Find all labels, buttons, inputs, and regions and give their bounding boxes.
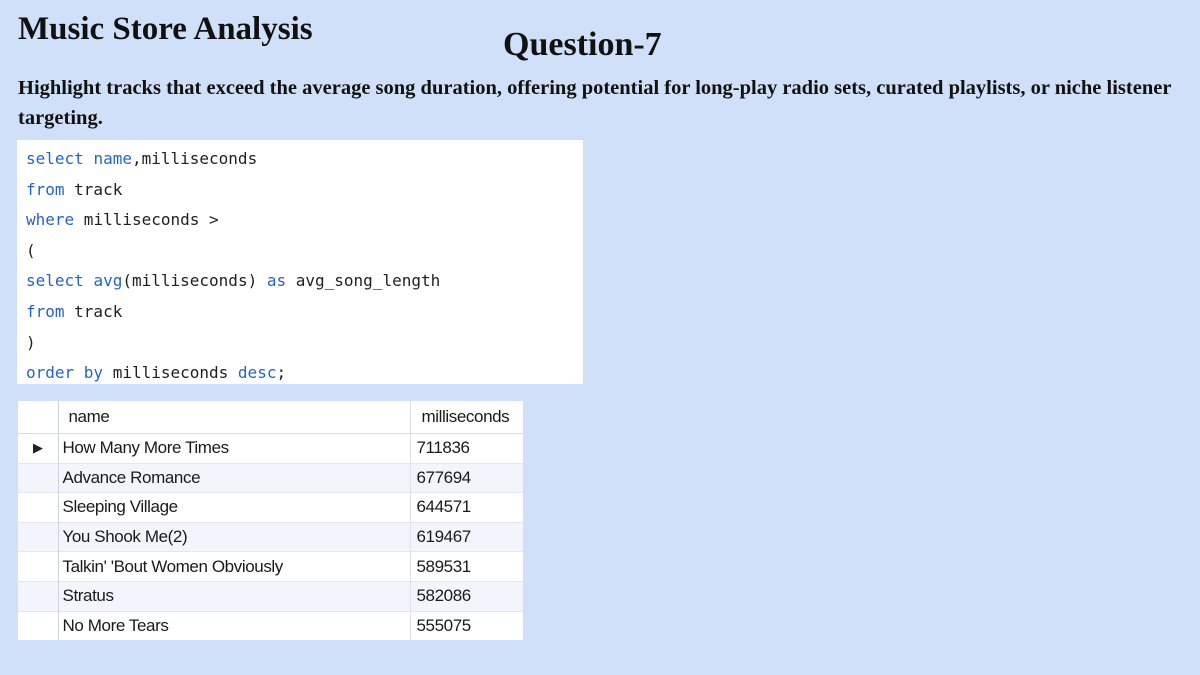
- cell-name[interactable]: Sleeping Village: [58, 492, 411, 523]
- cell-milliseconds[interactable]: 582086: [410, 580, 523, 612]
- code-keyword: order by: [26, 363, 104, 383]
- code-keyword: from: [26, 179, 65, 199]
- current-row-arrow-icon[interactable]: ▶: [18, 433, 59, 464]
- row-selector[interactable]: [18, 521, 59, 552]
- row-selector[interactable]: [18, 610, 59, 641]
- cell-milliseconds[interactable]: 589531: [410, 551, 523, 582]
- row-selector[interactable]: [18, 492, 59, 523]
- cell-name[interactable]: No More Tears: [58, 610, 411, 641]
- code-keyword: name: [93, 149, 132, 168]
- code-keyword: from: [26, 301, 65, 321]
- table-row[interactable]: Advance Romance 677694: [18, 462, 523, 493]
- code-token: ,milliseconds: [131, 149, 258, 168]
- cell-milliseconds[interactable]: 619467: [410, 521, 523, 552]
- table-row[interactable]: No More Tears 555075: [18, 610, 523, 641]
- code-line: select name,milliseconds: [26, 144, 583, 175]
- code-token: (milliseconds): [122, 271, 267, 291]
- code-keyword: as: [266, 271, 287, 291]
- code-line: ): [26, 328, 583, 359]
- code-line: select avg(milliseconds) as avg_song_len…: [26, 266, 583, 297]
- code-token: milliseconds >: [74, 210, 219, 230]
- cell-name[interactable]: Advance Romance: [58, 462, 411, 493]
- row-selector[interactable]: [18, 462, 59, 493]
- code-line: (: [26, 236, 583, 267]
- cell-name[interactable]: How Many More Times: [58, 433, 411, 464]
- code-token: ;: [276, 363, 287, 383]
- code-keyword: select: [26, 271, 84, 291]
- query-results-grid: name milliseconds ▶ How Many More Times 71…: [18, 401, 523, 641]
- row-selector-header: [18, 401, 59, 434]
- cell-name[interactable]: Stratus: [58, 580, 411, 612]
- code-line: from track: [26, 297, 583, 328]
- code-keyword: where: [26, 210, 75, 230]
- code-keyword: select: [26, 149, 84, 168]
- column-header-milliseconds[interactable]: milliseconds: [410, 401, 523, 434]
- table-row[interactable]: Stratus 582086: [18, 580, 523, 612]
- code-keyword: desc: [237, 363, 277, 383]
- code-token: ): [26, 332, 36, 352]
- question-description: Highlight tracks that exceed the average…: [18, 77, 1172, 129]
- code-line: from track: [26, 175, 583, 206]
- cell-milliseconds[interactable]: 644571: [410, 492, 523, 523]
- cell-name[interactable]: Talkin' 'Bout Women Obviously: [58, 551, 411, 582]
- code-keyword: avg: [93, 271, 123, 291]
- sql-query-panel: select name,milliseconds from track where …: [17, 140, 583, 384]
- code-token: milliseconds: [103, 363, 238, 383]
- results-header-row: name milliseconds: [18, 401, 523, 434]
- page-title: Music Store Analysis: [18, 11, 313, 47]
- code-line: where milliseconds >: [26, 205, 583, 236]
- cell-milliseconds[interactable]: 555075: [410, 610, 523, 641]
- code-token: track: [64, 179, 123, 199]
- row-selector[interactable]: [18, 551, 59, 582]
- code-token: track: [64, 301, 123, 321]
- code-token: avg_song_length: [286, 271, 441, 291]
- cell-milliseconds[interactable]: 677694: [410, 462, 523, 493]
- row-selector[interactable]: [18, 580, 59, 612]
- table-row[interactable]: You Shook Me(2) 619467: [18, 521, 523, 552]
- table-row[interactable]: ▶ How Many More Times 711836: [18, 433, 523, 464]
- code-line: order by milliseconds desc;: [26, 358, 583, 389]
- cell-milliseconds[interactable]: 711836: [410, 433, 523, 464]
- question-heading: Question-7: [503, 26, 662, 63]
- table-row[interactable]: Talkin' 'Bout Women Obviously 589531: [18, 551, 523, 582]
- table-row[interactable]: Sleeping Village 644571: [18, 492, 523, 523]
- code-token: (: [26, 240, 36, 260]
- cell-name[interactable]: You Shook Me(2): [58, 521, 411, 552]
- results-body: ▶ How Many More Times 711836 Advance Romanc…: [18, 433, 523, 641]
- column-header-name[interactable]: name: [58, 401, 411, 434]
